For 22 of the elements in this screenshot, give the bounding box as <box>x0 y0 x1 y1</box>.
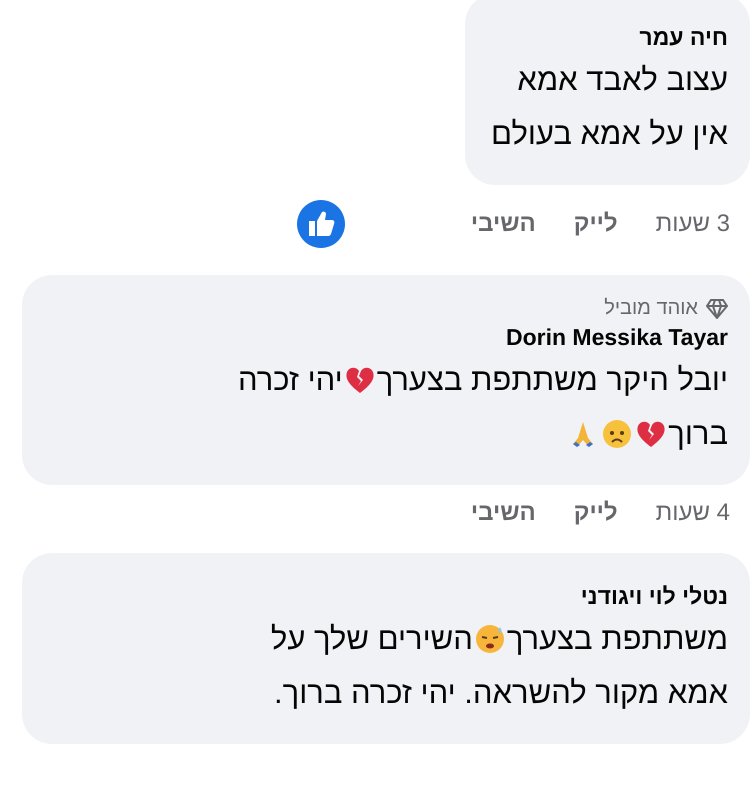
comment-text: עצוב לאבד אמא <box>517 61 728 99</box>
comment-text: יובל היקר משתתפת בצערך <box>376 361 728 399</box>
comment-time: 3 שעות <box>656 210 730 238</box>
comment-text: משתתפת בצערך <box>506 620 728 658</box>
sweat-face-icon <box>474 623 506 655</box>
comment-author[interactable]: Dorin Messika Tayar <box>506 324 728 351</box>
comment-text: יהי זכרה <box>238 361 343 399</box>
diamond-icon <box>706 298 728 318</box>
like-link[interactable]: לייק <box>574 499 618 527</box>
fan-badge-label: אוהד מוביל <box>604 297 698 320</box>
reply-link[interactable]: השיבי <box>470 499 536 527</box>
like-link[interactable]: לייק <box>574 210 618 238</box>
reply-link[interactable]: השיבי <box>470 210 536 238</box>
comment-author[interactable]: נטלי לוי ויגודני <box>580 583 728 610</box>
comment-text: ברוך <box>668 415 728 453</box>
comment-author[interactable]: חיה עמר <box>639 24 728 51</box>
comment-text: השירים שלך על <box>270 620 473 658</box>
comment-text: אמא מקור להשראה. יהי זכרה ברוך. <box>274 674 728 712</box>
comment-text: אין על אמא בעולם <box>491 115 728 153</box>
comment-time: 4 שעות <box>656 499 730 527</box>
like-reaction-icon[interactable] <box>296 199 346 249</box>
sad-face-icon <box>601 418 634 450</box>
